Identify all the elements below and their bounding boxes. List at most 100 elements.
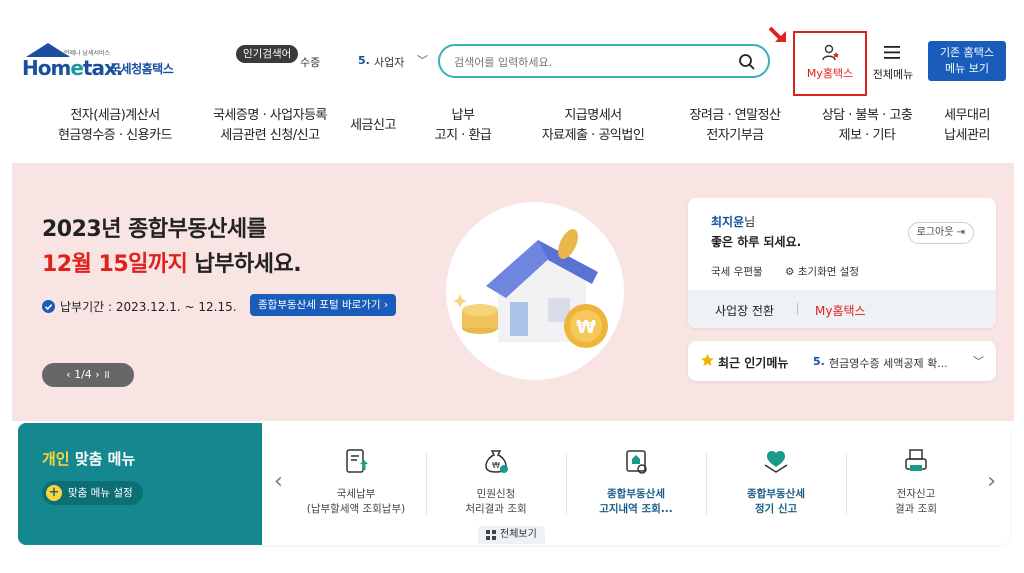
nav-label: 지급명세서 (564, 108, 622, 123)
login-card-footer: 사업장 전환 My홈택스 (688, 290, 996, 328)
logout-label: 로그아웃 (916, 227, 954, 238)
nav-label: 전자(세금)계산서 (70, 108, 160, 123)
house-coins-illustration: ₩ (446, 202, 624, 380)
all-menu-button[interactable]: 전체메뉴 (868, 44, 918, 84)
plus-icon: + (46, 485, 62, 501)
nav-item-consult[interactable]: 상담 · 불복 · 고충 제보 · 기타 (802, 106, 932, 146)
red-arrow-icon (768, 26, 786, 42)
init-setting-link[interactable]: ⚙ 초기화면 설정 (785, 264, 859, 279)
grid-icon (486, 530, 496, 540)
nav-sublabel: 고지 · 환급 (434, 128, 492, 143)
custom-menu-title-hl: 개인 (42, 450, 70, 468)
custom-menu-title-rest: 맞춤 메뉴 (69, 450, 136, 468)
quick-item-civil-request[interactable]: ₩ 민원신청 처리결과 조회 (426, 441, 566, 525)
quick-item-label: 종합부동산세고지내역 조회... (566, 487, 706, 517)
nav-item-payment-statement[interactable]: 지급명세서자료제출 · 공익법인 (518, 106, 668, 146)
quick-item-label: 민원신청 처리결과 조회 (426, 487, 566, 517)
search-input[interactable] (454, 53, 724, 71)
search-box (438, 44, 770, 78)
popular-search-item[interactable]: 사업자 (374, 54, 404, 70)
my-hometax-label: My홈택스 (806, 67, 854, 80)
quick-item-line2: 고지내역 조회... (599, 503, 673, 515)
check-circle-icon (42, 299, 55, 313)
nav-item-certificate[interactable]: 국세증명 · 사업자등록세금관련 신청/신고 (190, 106, 350, 146)
hamburger-icon (884, 46, 900, 59)
nav-item-tax-agent[interactable]: 세무대리 납세관리 (932, 106, 1002, 146)
payment-period-text: 납부기간 : 2023.12.1. ~ 12.15. (60, 299, 237, 314)
payment-period: 납부기간 : 2023.12.1. ~ 12.15. (42, 296, 237, 316)
quick-item-label: 종합부동산세 정기 신고 (706, 487, 846, 517)
quick-item-line2: 처리결과 조회 (465, 503, 527, 515)
money-bag-icon: ₩ (485, 450, 508, 473)
all-menu-label: 전체메뉴 (872, 68, 914, 81)
my-hometax-button[interactable]: My홈택스 (793, 31, 867, 96)
quick-item-line1: 전자신고 (896, 488, 936, 500)
quick-item-line1: 국세납부 (336, 488, 376, 500)
logo-korean: 국세청홈택스 (110, 62, 174, 76)
chevron-left-icon[interactable]: ‹ (274, 469, 283, 494)
star-icon (701, 354, 714, 366)
view-all-label: 전체보기 (500, 529, 537, 540)
svg-text:₩: ₩ (492, 461, 500, 470)
custom-menu-title: 개인 맞춤 메뉴 (42, 448, 135, 469)
quick-item-label: 전자신고결과 조회 (846, 487, 986, 517)
gear-icon: ⚙ (785, 266, 795, 278)
old-home-line1: 기존 홈택스 (939, 46, 995, 59)
nav-sublabel: 세금관련 신청/신고 (220, 128, 320, 143)
user-name-text: 최지윤 (711, 215, 745, 229)
nav-label: 세무대리 (944, 108, 990, 123)
quick-item-line1: 종합부동산세 (607, 488, 665, 500)
chevron-down-icon[interactable]: ﹀ (417, 52, 428, 68)
banner-pager[interactable]: ‹ 1/4 › ॥ (42, 363, 134, 387)
old-home-line2: 메뉴 보기 (945, 62, 989, 75)
quick-item-tax-payment[interactable]: 국세납부 (납부할세액 조회납부) (286, 441, 426, 525)
my-hometax-link[interactable]: My홈택스 (815, 302, 866, 319)
chevron-down-icon[interactable]: ﹀ (973, 353, 984, 369)
nav-sublabel: 자료제출 · 공익법인 (541, 128, 645, 143)
popular-search-num: 5. (358, 54, 370, 67)
search-icon[interactable] (738, 53, 756, 71)
popular-menu-label: 최근 인기메뉴 (718, 356, 789, 370)
quick-item-property-notice[interactable]: 종합부동산세고지내역 조회... (566, 441, 706, 525)
hero-title-line1: 2023년 종합부동산세를 (42, 217, 267, 242)
chevron-right-icon[interactable]: › (987, 469, 996, 494)
quick-item-property-return[interactable]: 종합부동산세 정기 신고 (706, 441, 846, 525)
user-star-icon (822, 44, 839, 61)
popular-search-badge: 인기검색어 (236, 45, 299, 63)
printer-icon (905, 449, 927, 471)
property-tax-portal-button[interactable]: 종합부동산세 포털 바로가기 › (250, 294, 397, 316)
nav-item-e-invoice[interactable]: 전자(세금)계산서현금영수증 · 신용카드 (40, 106, 190, 146)
switch-business-link[interactable]: 사업장 전환 (715, 302, 774, 319)
recent-popular-menu[interactable]: 최근 인기메뉴 5. 현금영수증 세액공제 확... ﹀ (688, 341, 996, 381)
user-login-card: 최지윤님 좋은 하루 되세요. 로그아웃 ⇥ 국세 우편물 ⚙ 초기화면 설정 … (688, 198, 996, 328)
quick-item-line2: 정기 신고 (754, 503, 798, 515)
nav-label: 장려금 · 연말정산 (689, 108, 781, 123)
nav-label: 국세증명 · 사업자등록 (212, 108, 328, 123)
view-all-button[interactable]: 전체보기 (478, 526, 545, 544)
popular-search-prev[interactable]: 수증 (300, 54, 320, 70)
nav-item-tax-return[interactable]: 세금신고 (338, 116, 408, 136)
quick-menu-carousel: ‹ › 국세납부 (납부할세액 조회납부) ₩ 민원신청 처리결과 조회 종합부동산… (262, 423, 1010, 545)
nav-item-incentive[interactable]: 장려금 · 연말정산 전자기부금 (670, 106, 800, 146)
user-suffix: 님 (744, 215, 756, 229)
svg-text:₩: ₩ (576, 317, 596, 338)
property-notice-icon (626, 450, 647, 474)
logout-button[interactable]: 로그아웃 ⇥ (907, 222, 974, 244)
quick-item-line2: (납부할세액 조회납부) (306, 503, 406, 515)
hero-deadline: 12월 15일까지 (42, 252, 188, 277)
quick-item-line2: 결과 조회 (895, 503, 937, 515)
logo-wordmark: Hometax. (22, 56, 123, 80)
nav-sublabel: 현금영수증 · 신용카드 (57, 128, 173, 143)
quick-item-e-filing-result[interactable]: 전자신고결과 조회 (846, 441, 986, 525)
popular-menu-text[interactable]: 현금영수증 세액공제 확... (829, 355, 948, 371)
mailbox-link[interactable]: 국세 우편물 (711, 264, 763, 279)
quick-item-label: 국세납부 (납부할세액 조회납부) (286, 487, 426, 517)
divider (797, 303, 798, 315)
custom-menu-setting-button[interactable]: + 맞춤 메뉴 설정 (42, 481, 143, 505)
hometax-logo[interactable]: 언제나 납세서비스 Hometax. 국세청홈택스 (20, 42, 190, 80)
old-hometax-menu-button[interactable]: 기존 홈택스 메뉴 보기 (928, 41, 1006, 81)
user-name[interactable]: 최지윤님 (711, 213, 755, 230)
logout-icon: ⇥ (956, 227, 965, 238)
nav-label: 납부 (451, 108, 475, 123)
nav-item-payment[interactable]: 납부고지 · 환급 (418, 106, 508, 146)
